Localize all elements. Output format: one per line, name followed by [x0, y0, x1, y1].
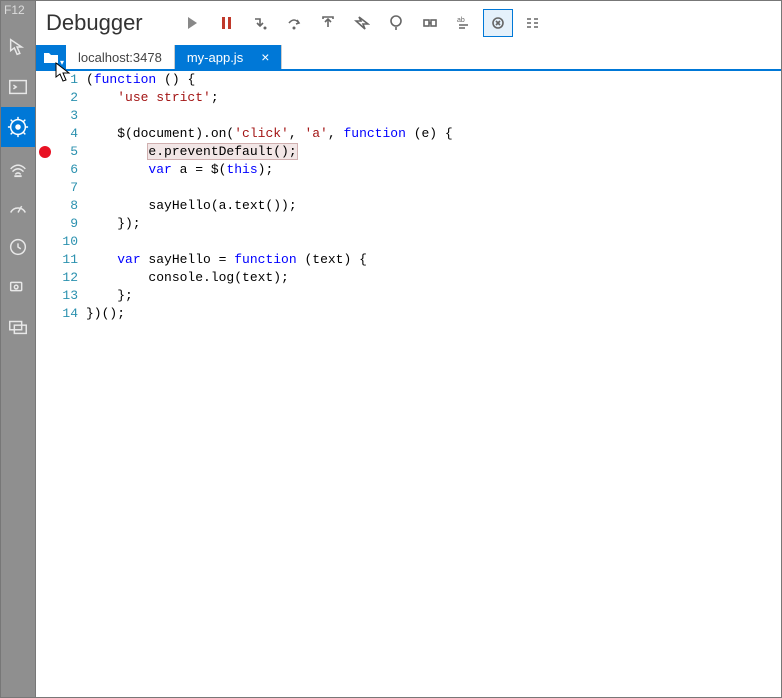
code-line[interactable]: 9 }); — [36, 215, 781, 233]
code-line[interactable]: 12 console.log(text); — [36, 269, 781, 287]
step-over-button[interactable] — [279, 9, 309, 37]
line-number: 2 — [56, 89, 86, 107]
code-text: 'use strict'; — [86, 89, 781, 107]
line-number: 9 — [56, 215, 86, 233]
breakpoint-gutter[interactable] — [36, 161, 56, 179]
pretty-print-button[interactable]: ab — [449, 9, 479, 37]
break-new-worker-button[interactable] — [347, 9, 377, 37]
code-text — [86, 107, 781, 125]
step-out-button[interactable] — [313, 9, 343, 37]
code-text: (function () { — [86, 71, 781, 89]
code-text: sayHello(a.text()); — [86, 197, 781, 215]
exception-behavior-button[interactable] — [381, 9, 411, 37]
network-tool[interactable] — [1, 147, 35, 187]
close-tab-icon[interactable]: × — [261, 50, 269, 64]
code-line[interactable]: 14})(); — [36, 305, 781, 323]
line-number: 4 — [56, 125, 86, 143]
code-line[interactable]: 5 e.preventDefault(); — [36, 143, 781, 161]
debugger-header: Debugger — [36, 1, 781, 45]
line-number: 13 — [56, 287, 86, 305]
open-document-button[interactable]: ▾ — [36, 45, 66, 69]
main-panel: Debugger — [35, 1, 781, 697]
debugger-tool[interactable] — [1, 107, 35, 147]
breakpoint-gutter[interactable] — [36, 233, 56, 251]
memory-tool[interactable] — [1, 227, 35, 267]
code-text: e.preventDefault(); — [86, 143, 781, 161]
breakpoint-gutter[interactable] — [36, 197, 56, 215]
file-tab[interactable]: my-app.js × — [175, 45, 283, 69]
breakpoint-gutter[interactable] — [36, 143, 56, 161]
breakpoint-gutter[interactable] — [36, 71, 56, 89]
code-line[interactable]: 13 }; — [36, 287, 781, 305]
svg-text:ab: ab — [457, 17, 465, 24]
breakpoint-gutter[interactable] — [36, 89, 56, 107]
breakpoint-gutter[interactable] — [36, 269, 56, 287]
code-text: })(); — [86, 305, 781, 323]
breakpoint-gutter[interactable] — [36, 287, 56, 305]
code-line[interactable]: 11 var sayHello = function (text) { — [36, 251, 781, 269]
emulation-tool[interactable] — [1, 267, 35, 307]
tabs-bar: ▾ localhost:3478 my-app.js × — [36, 45, 781, 71]
line-number: 12 — [56, 269, 86, 287]
code-line[interactable]: 8 sayHello(a.text()); — [36, 197, 781, 215]
line-number: 8 — [56, 197, 86, 215]
code-text: var a = $(this); — [86, 161, 781, 179]
code-text: console.log(text); — [86, 269, 781, 287]
breakpoint-gutter[interactable] — [36, 125, 56, 143]
step-into-button[interactable] — [245, 9, 275, 37]
select-element-tool[interactable] — [1, 27, 35, 67]
code-text: }; — [86, 287, 781, 305]
line-number: 5 — [56, 143, 86, 161]
code-line[interactable]: 4 $(document).on('click', 'a', function … — [36, 125, 781, 143]
line-number: 3 — [56, 107, 86, 125]
breakpoint-gutter[interactable] — [36, 215, 56, 233]
tab-label: my-app.js — [187, 50, 243, 65]
code-line[interactable]: 3 — [36, 107, 781, 125]
continue-button[interactable] — [177, 9, 207, 37]
line-number: 11 — [56, 251, 86, 269]
breakpoint-gutter[interactable] — [36, 179, 56, 197]
code-text: var sayHello = function (text) { — [86, 251, 781, 269]
chevron-down-icon: ▾ — [60, 58, 64, 67]
code-line[interactable]: 2 'use strict'; — [36, 89, 781, 107]
devtools-siderail: F12 — [1, 1, 35, 697]
tab-label: localhost:3478 — [78, 50, 162, 65]
line-number: 10 — [56, 233, 86, 251]
code-editor[interactable]: 1(function () {2 'use strict';34 $(docum… — [36, 71, 781, 697]
code-line[interactable]: 1(function () { — [36, 71, 781, 89]
code-text — [86, 233, 781, 251]
code-text — [86, 179, 781, 197]
breakpoint-icon[interactable] — [39, 146, 51, 158]
just-my-code-button[interactable] — [517, 9, 547, 37]
performance-tool[interactable] — [1, 187, 35, 227]
page-title: Debugger — [46, 10, 143, 36]
code-line[interactable]: 10 — [36, 233, 781, 251]
line-number: 6 — [56, 161, 86, 179]
code-text: }); — [86, 215, 781, 233]
code-text: $(document).on('click', 'a', function (e… — [86, 125, 781, 143]
pause-button[interactable] — [211, 9, 241, 37]
disconnect-button[interactable] — [415, 9, 445, 37]
word-wrap-button[interactable] — [483, 9, 513, 37]
breakpoint-gutter[interactable] — [36, 107, 56, 125]
line-number: 14 — [56, 305, 86, 323]
breakpoint-gutter[interactable] — [36, 305, 56, 323]
line-number: 1 — [56, 71, 86, 89]
code-line[interactable]: 7 — [36, 179, 781, 197]
console-tool[interactable] — [1, 67, 35, 107]
f12-label: F12 — [1, 3, 35, 17]
breakpoint-gutter[interactable] — [36, 251, 56, 269]
code-line[interactable]: 6 var a = $(this); — [36, 161, 781, 179]
file-tab[interactable]: localhost:3478 — [66, 45, 175, 69]
screenshots-tool[interactable] — [1, 307, 35, 347]
line-number: 7 — [56, 179, 86, 197]
